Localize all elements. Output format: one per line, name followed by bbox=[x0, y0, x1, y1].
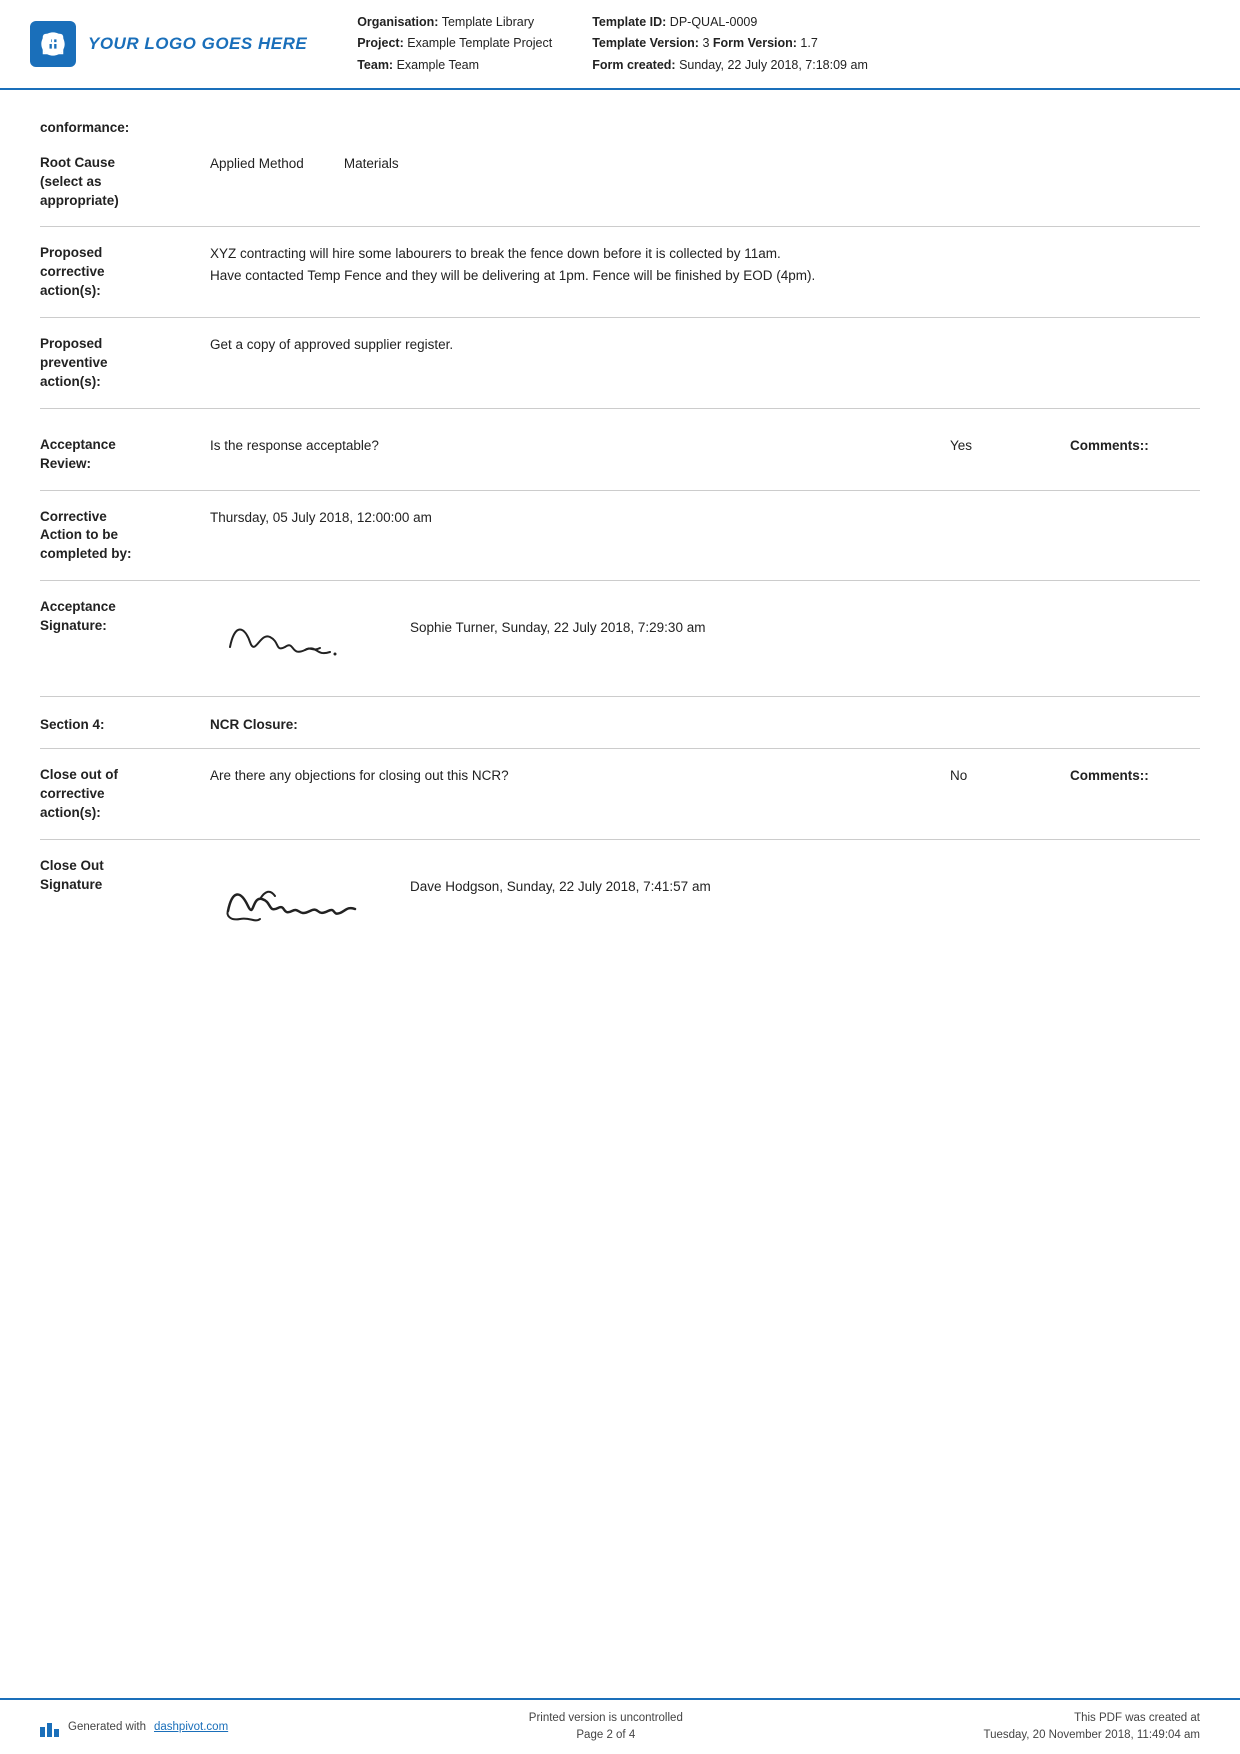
logo-shape-svg bbox=[39, 30, 67, 58]
materials-label: Materials bbox=[344, 153, 399, 175]
acceptance-signature-value: Sophie Turner, Sunday, 22 July 2018, 7:2… bbox=[210, 597, 1200, 680]
sophie-signature-svg bbox=[210, 602, 380, 672]
logo-icon bbox=[30, 21, 76, 67]
footer-left: Generated with dashpivot.com bbox=[40, 1717, 228, 1737]
section4-value: NCR Closure: bbox=[210, 717, 298, 732]
footer-right: This PDF was created at Tuesday, 20 Nove… bbox=[983, 1710, 1200, 1745]
acceptance-signature-label: AcceptanceSignature: bbox=[40, 597, 210, 636]
acceptance-review-row: AcceptanceReview: Is the response accept… bbox=[40, 425, 1200, 484]
dave-signature-svg bbox=[210, 861, 380, 936]
project-line: Project: Example Template Project bbox=[357, 33, 552, 54]
root-cause-materials: Materials bbox=[344, 153, 399, 175]
divider-7 bbox=[40, 748, 1200, 749]
proposed-preventive-label: Proposedpreventiveaction(s): bbox=[40, 334, 210, 392]
logo-area: YOUR LOGO GOES HERE bbox=[30, 12, 307, 76]
form-version-label: Form Version: bbox=[713, 36, 797, 50]
root-cause-values: Applied Method Materials bbox=[210, 153, 1200, 175]
acceptance-question: Is the response acceptable? bbox=[210, 435, 950, 457]
divider-2 bbox=[40, 317, 1200, 318]
divider-4 bbox=[40, 490, 1200, 491]
footer: Generated with dashpivot.com Printed ver… bbox=[0, 1698, 1240, 1754]
divider-5 bbox=[40, 580, 1200, 581]
header-meta-right: Template ID: DP-QUAL-0009 Template Versi… bbox=[592, 12, 868, 76]
close-out-question: Are there any objections for closing out… bbox=[210, 765, 950, 787]
close-out-answer: No bbox=[950, 765, 1070, 787]
section4-label: Section 4: bbox=[40, 717, 210, 732]
conformance-heading: conformance: bbox=[40, 110, 1200, 143]
header: YOUR LOGO GOES HERE Organisation: Templa… bbox=[0, 0, 1240, 90]
form-version-value: 1.7 bbox=[800, 36, 817, 50]
header-meta: Organisation: Template Library Project: … bbox=[327, 12, 1200, 76]
close-out-signature-name: Dave Hodgson, Sunday, 22 July 2018, 7:41… bbox=[410, 856, 711, 898]
acceptance-signature-row: AcceptanceSignature: Sophie Turner, Sund… bbox=[40, 587, 1200, 690]
acceptance-review-value: Is the response acceptable? Yes Comments… bbox=[210, 435, 1200, 457]
form-created-label: Form created: bbox=[592, 58, 675, 72]
close-out-value: Are there any objections for closing out… bbox=[210, 765, 1200, 787]
close-out-signature-image bbox=[210, 856, 380, 943]
close-out-comments-label: Comments:: bbox=[1070, 765, 1200, 787]
template-id-value: DP-QUAL-0009 bbox=[670, 15, 758, 29]
template-version-label: Template Version: bbox=[592, 36, 699, 50]
generated-text: Generated with bbox=[68, 1721, 146, 1733]
close-out-signature-label: Close OutSignature bbox=[40, 856, 210, 895]
footer-center: Printed version is uncontrolled Page 2 o… bbox=[529, 1710, 683, 1745]
team-value: Example Team bbox=[397, 58, 479, 72]
proposed-corrective-label: Proposedcorrectiveaction(s): bbox=[40, 243, 210, 301]
header-meta-left: Organisation: Template Library Project: … bbox=[357, 12, 552, 76]
divider-8 bbox=[40, 839, 1200, 840]
divider-1 bbox=[40, 226, 1200, 227]
proposed-corrective-value: XYZ contracting will hire some labourers… bbox=[210, 243, 1200, 286]
close-out-label: Close out ofcorrectiveaction(s): bbox=[40, 765, 210, 823]
printed-line2: Page 2 of 4 bbox=[529, 1727, 683, 1744]
dashpivot-link[interactable]: dashpivot.com bbox=[154, 1721, 228, 1733]
pdf-line2: Tuesday, 20 November 2018, 11:49:04 am bbox=[983, 1727, 1200, 1744]
applied-method-label: Applied Method bbox=[210, 153, 304, 175]
team-line: Team: Example Team bbox=[357, 55, 552, 76]
proposed-preventive-row: Proposedpreventiveaction(s): Get a copy … bbox=[40, 324, 1200, 402]
corrective-action-label: CorrectiveAction to becompleted by: bbox=[40, 507, 210, 565]
printed-line1: Printed version is uncontrolled bbox=[529, 1710, 683, 1727]
close-out-signature-value: Dave Hodgson, Sunday, 22 July 2018, 7:41… bbox=[210, 856, 1200, 943]
acceptance-signature-name: Sophie Turner, Sunday, 22 July 2018, 7:2… bbox=[410, 597, 705, 639]
acceptance-answer: Yes bbox=[950, 435, 1070, 457]
corrective-action-value: Thursday, 05 July 2018, 12:00:00 am bbox=[210, 507, 1200, 529]
logo-text: YOUR LOGO GOES HERE bbox=[88, 34, 307, 54]
divider-6 bbox=[40, 696, 1200, 697]
org-line: Organisation: Template Library bbox=[357, 12, 552, 33]
form-created-line: Form created: Sunday, 22 July 2018, 7:18… bbox=[592, 55, 868, 76]
footer-logo bbox=[40, 1717, 60, 1737]
main-content: conformance: Root Cause(select asappropr… bbox=[0, 90, 1240, 993]
acceptance-review-label: AcceptanceReview: bbox=[40, 435, 210, 474]
template-version-line: Template Version: 3 Form Version: 1.7 bbox=[592, 33, 868, 54]
template-id-line: Template ID: DP-QUAL-0009 bbox=[592, 12, 868, 33]
org-label: Organisation: bbox=[357, 15, 438, 29]
template-version-value: 3 bbox=[702, 36, 709, 50]
corrective-action-row: CorrectiveAction to becompleted by: Thur… bbox=[40, 497, 1200, 575]
form-created-value: Sunday, 22 July 2018, 7:18:09 am bbox=[679, 58, 868, 72]
acceptance-signature-image bbox=[210, 597, 380, 680]
project-value: Example Template Project bbox=[407, 36, 552, 50]
root-cause-row: Root Cause(select asappropriate) Applied… bbox=[40, 143, 1200, 221]
close-out-signature-row: Close OutSignature Dave Hodgson, Sunday,… bbox=[40, 846, 1200, 953]
pdf-line1: This PDF was created at bbox=[983, 1710, 1200, 1727]
root-cause-applied-method: Applied Method bbox=[210, 153, 304, 175]
template-id-label: Template ID: bbox=[592, 15, 666, 29]
proposed-corrective-row: Proposedcorrectiveaction(s): XYZ contrac… bbox=[40, 233, 1200, 311]
acceptance-comments-label: Comments:: bbox=[1070, 435, 1200, 457]
org-value: Template Library bbox=[442, 15, 534, 29]
proposed-preventive-value: Get a copy of approved supplier register… bbox=[210, 334, 1200, 356]
team-label: Team: bbox=[357, 58, 393, 72]
corrective-line1: XYZ contracting will hire some labourers… bbox=[210, 243, 1200, 265]
section4-row: Section 4: NCR Closure: bbox=[40, 703, 1200, 742]
close-out-row: Close out ofcorrectiveaction(s): Are the… bbox=[40, 755, 1200, 833]
root-cause-label: Root Cause(select asappropriate) bbox=[40, 153, 210, 211]
corrective-line2: Have contacted Temp Fence and they will … bbox=[210, 265, 1200, 287]
project-label: Project: bbox=[357, 36, 404, 50]
divider-3 bbox=[40, 408, 1200, 409]
